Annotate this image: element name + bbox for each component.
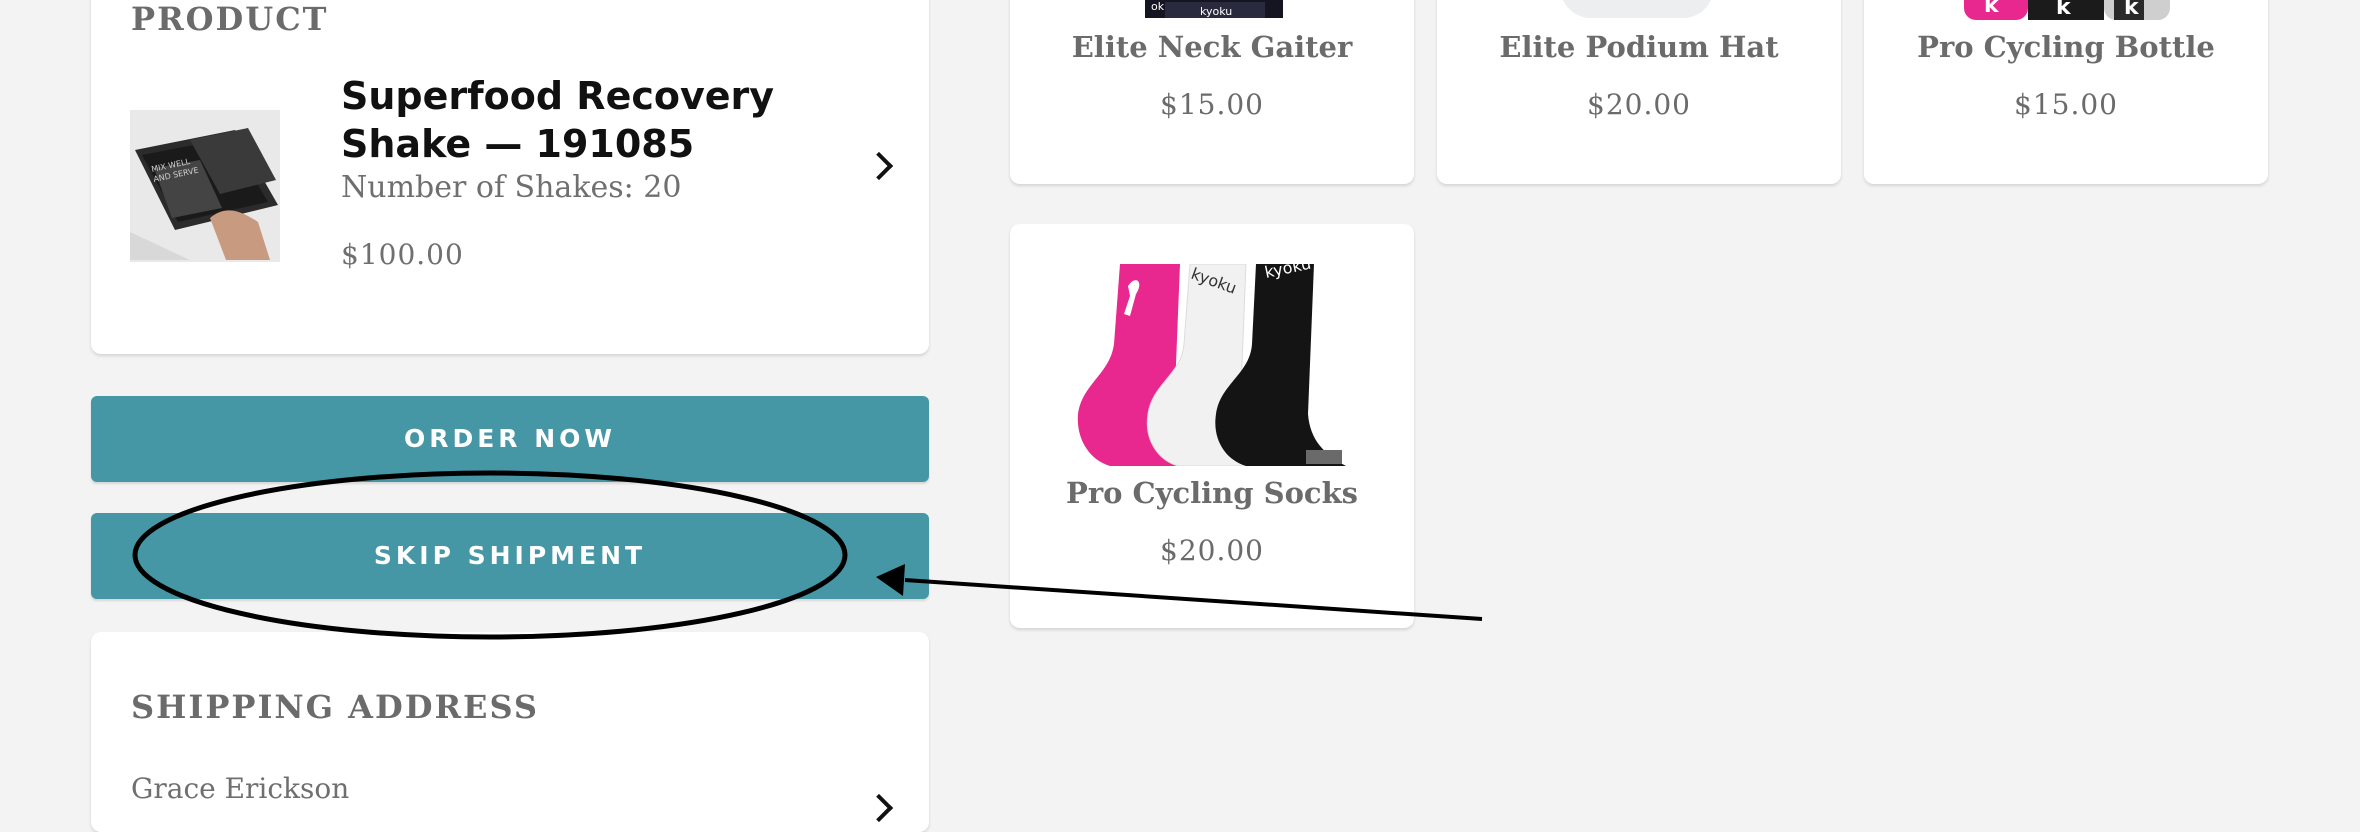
product-name: Superfood Recovery Shake — 191085 xyxy=(341,74,775,166)
chevron-right-icon[interactable] xyxy=(864,793,894,823)
product-tile-name[interactable]: Pro Cycling Bottle xyxy=(1864,30,2268,64)
shipping-section-heading: SHIPPING ADDRESS xyxy=(131,688,539,726)
cycling-bottle-image: k k k xyxy=(1964,0,2170,20)
product-tile[interactable]: k k k Pro Cycling Bottle $15.00 xyxy=(1864,0,2268,184)
svg-text:ok: ok xyxy=(1151,0,1165,13)
product-price: $100.00 xyxy=(341,238,464,271)
product-card: PRODUCT MIX WELL AND SERVE Superfood Rec… xyxy=(91,0,929,354)
product-variant: Number of Shakes: 20 xyxy=(341,170,682,205)
product-tile[interactable]: kyoku kyoku Pro Cycling Socks $20.00 xyxy=(1010,224,1414,628)
order-now-button[interactable]: ORDER NOW xyxy=(91,396,929,482)
svg-text:k: k xyxy=(2056,0,2072,20)
product-thumbnail: MIX WELL AND SERVE xyxy=(130,110,280,262)
shipping-recipient-name: Grace Erickson xyxy=(131,772,350,805)
svg-text:k: k xyxy=(2124,0,2140,20)
svg-text:k: k xyxy=(1984,0,2000,18)
product-tile-price: $15.00 xyxy=(2014,88,2118,121)
product-tile-name[interactable]: Elite Neck Gaiter xyxy=(1010,30,1414,64)
svg-text:kyoku: kyoku xyxy=(1200,5,1232,18)
podium-hat-image xyxy=(1537,0,1737,18)
product-tile-name[interactable]: Elite Podium Hat xyxy=(1437,30,1841,64)
product-tile-name[interactable]: Pro Cycling Socks xyxy=(1010,476,1414,510)
product-tile[interactable]: Elite Podium Hat $20.00 xyxy=(1437,0,1841,184)
product-tile-price: $20.00 xyxy=(1160,534,1264,567)
skip-shipment-button[interactable]: SKIP SHIPMENT xyxy=(91,513,929,599)
shipping-address-card[interactable]: SHIPPING ADDRESS Grace Erickson xyxy=(91,632,929,832)
product-tile-price: $20.00 xyxy=(1587,88,1691,121)
neck-gaiter-image: kyoku ok xyxy=(1145,0,1283,18)
product-tile[interactable]: kyoku ok Elite Neck Gaiter $15.00 xyxy=(1010,0,1414,184)
product-tile-price: $15.00 xyxy=(1160,88,1264,121)
chevron-right-icon[interactable] xyxy=(864,151,894,181)
product-image: MIX WELL AND SERVE xyxy=(130,110,280,262)
product-section-heading: PRODUCT xyxy=(131,0,329,38)
cycling-socks-image: kyoku kyoku xyxy=(1070,264,1360,466)
